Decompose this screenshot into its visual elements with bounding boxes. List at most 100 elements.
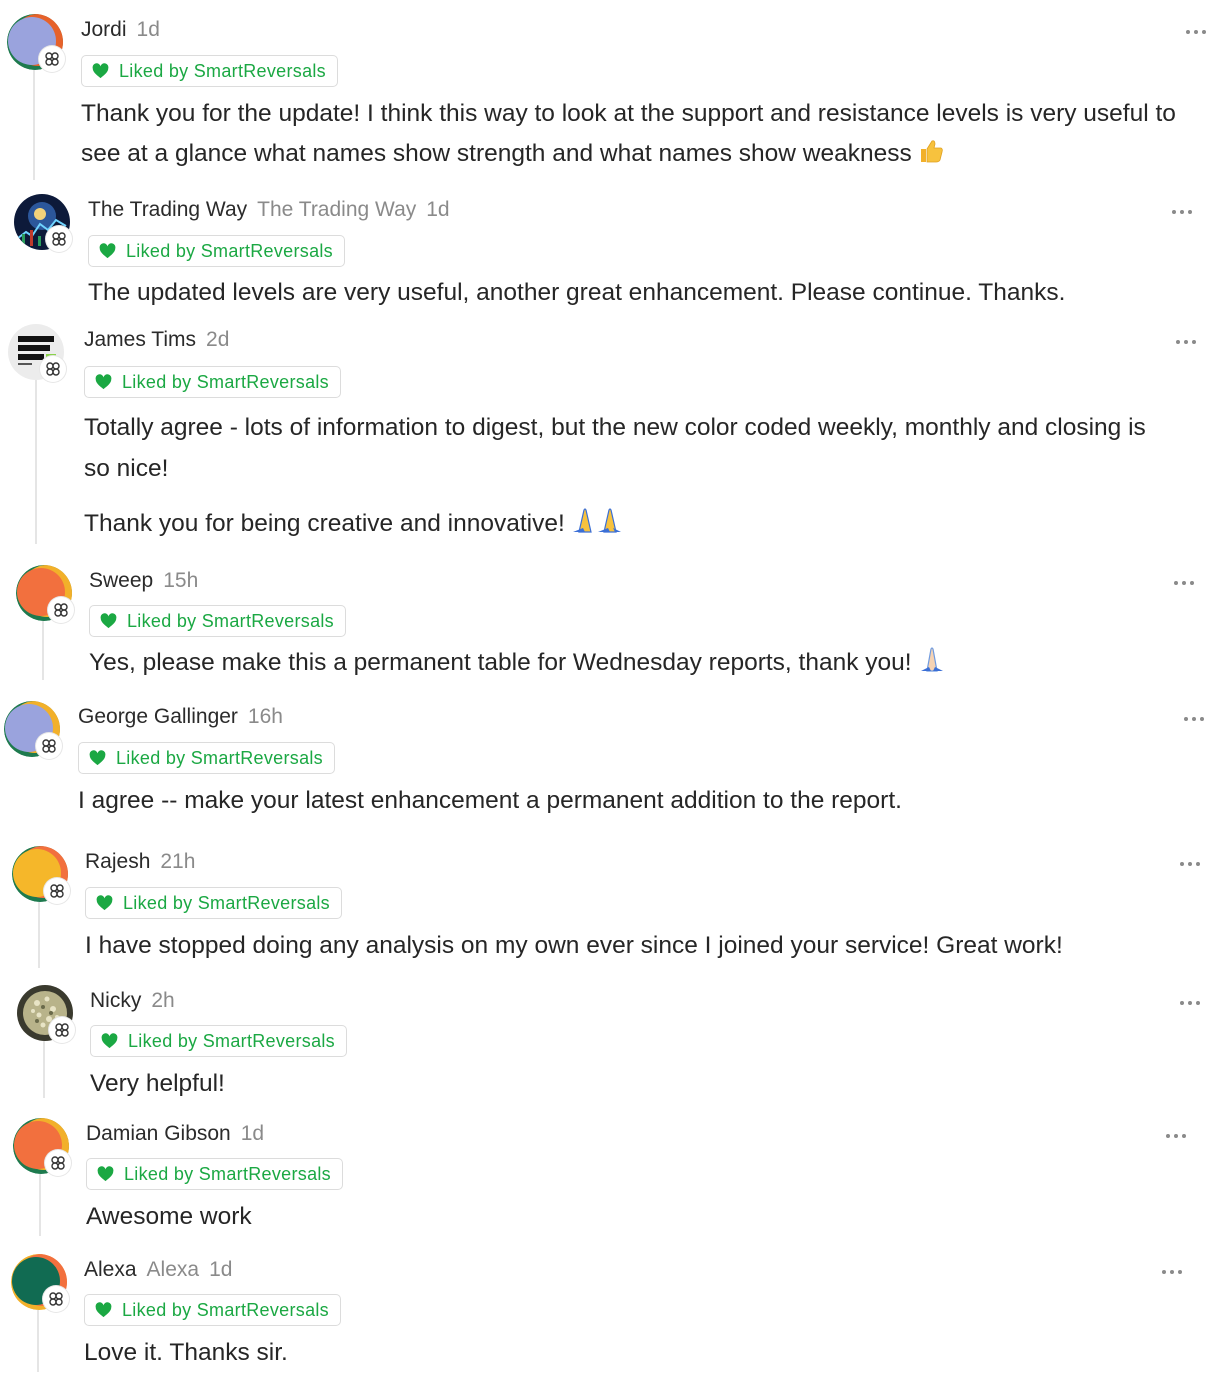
comment-text: I agree -- make your latest enhancement … bbox=[78, 787, 902, 814]
heart-icon bbox=[96, 895, 113, 911]
comment-header: Jordi 1d bbox=[81, 18, 160, 42]
community-badge-icon bbox=[46, 226, 72, 252]
author-name[interactable]: Rajesh bbox=[85, 850, 150, 874]
thread-line bbox=[43, 1040, 45, 1098]
author-name[interactable]: The Trading Way bbox=[88, 198, 247, 222]
avatar[interactable] bbox=[14, 194, 72, 252]
comment-body: Awesome work bbox=[86, 1197, 1086, 1237]
comment-text: Thank you for being creative and innovat… bbox=[84, 510, 565, 537]
thread-line bbox=[33, 68, 35, 180]
comment-text: I have stopped doing any analysis on my … bbox=[85, 932, 1063, 959]
comment-header: James Tims 2d bbox=[84, 328, 229, 352]
community-badge-icon bbox=[43, 1286, 69, 1312]
timestamp[interactable]: 1d bbox=[209, 1258, 232, 1282]
heart-icon bbox=[89, 750, 106, 766]
liked-label: Liked by SmartReversals bbox=[123, 892, 330, 913]
comment-body: Love it. Thanks sir. bbox=[84, 1333, 1084, 1373]
avatar[interactable] bbox=[11, 1254, 69, 1312]
more-options-icon[interactable] bbox=[1176, 338, 1200, 346]
comment-header: Alexa Alexa 1d bbox=[84, 1258, 232, 1282]
heart-icon bbox=[95, 1302, 112, 1318]
avatar[interactable] bbox=[8, 324, 66, 382]
comment-text: The updated levels are very useful, anot… bbox=[88, 279, 1066, 306]
community-badge-icon bbox=[49, 1017, 75, 1043]
community-badge-icon bbox=[48, 597, 74, 623]
more-options-icon[interactable] bbox=[1172, 208, 1196, 216]
avatar[interactable] bbox=[12, 846, 70, 904]
heart-icon bbox=[100, 613, 117, 629]
thread-line bbox=[38, 902, 40, 968]
comment-header: Nicky 2h bbox=[90, 989, 175, 1013]
avatar[interactable] bbox=[17, 985, 75, 1043]
liked-badge: Liked by SmartReversals bbox=[89, 605, 346, 637]
avatar[interactable] bbox=[13, 1118, 71, 1176]
liked-label: Liked by SmartReversals bbox=[122, 1299, 329, 1320]
comment-body: Thank you for the update! I think this w… bbox=[81, 94, 1211, 177]
comment-header: Rajesh 21h bbox=[85, 850, 195, 874]
avatar[interactable] bbox=[4, 701, 62, 759]
liked-label: Liked by SmartReversals bbox=[122, 371, 329, 392]
heart-icon bbox=[99, 243, 116, 259]
timestamp[interactable]: 21h bbox=[160, 850, 195, 874]
liked-label: Liked by SmartReversals bbox=[124, 1163, 331, 1184]
more-options-icon[interactable] bbox=[1166, 1132, 1190, 1140]
more-options-icon[interactable] bbox=[1180, 860, 1204, 868]
comment-text: Thank you for the update! I think this w… bbox=[81, 100, 1176, 167]
author-name[interactable]: George Gallinger bbox=[78, 705, 238, 729]
timestamp[interactable]: 2h bbox=[151, 989, 174, 1013]
liked-badge: Liked by SmartReversals bbox=[78, 742, 335, 774]
author-name[interactable]: Sweep bbox=[89, 569, 153, 593]
comment-body: I have stopped doing any analysis on my … bbox=[85, 926, 1185, 966]
author-name[interactable]: James Tims bbox=[84, 328, 196, 352]
liked-badge: Liked by SmartReversals bbox=[85, 887, 342, 919]
thread-line bbox=[35, 380, 37, 544]
heart-icon bbox=[97, 1166, 114, 1182]
timestamp[interactable]: 1d bbox=[137, 18, 160, 42]
avatar[interactable] bbox=[7, 14, 65, 72]
community-badge-icon bbox=[39, 46, 65, 72]
praying-hands-icon bbox=[571, 506, 623, 547]
heart-icon bbox=[101, 1033, 118, 1049]
community-badge-icon bbox=[36, 733, 62, 759]
community-badge-icon bbox=[45, 1150, 71, 1176]
comment-text: Awesome work bbox=[86, 1203, 252, 1230]
comment-text: Very helpful! bbox=[90, 1070, 225, 1097]
timestamp[interactable]: 2d bbox=[206, 328, 229, 352]
more-options-icon[interactable] bbox=[1186, 28, 1210, 36]
comment-body: Very helpful! bbox=[90, 1064, 1090, 1104]
author-display-name: The Trading Way bbox=[257, 198, 417, 221]
community-badge-icon bbox=[40, 356, 66, 382]
author-name[interactable]: Nicky bbox=[90, 989, 141, 1013]
thread-line bbox=[39, 1174, 41, 1236]
timestamp[interactable]: 15h bbox=[163, 569, 198, 593]
liked-badge: Liked by SmartReversals bbox=[84, 366, 341, 398]
author-name[interactable]: Damian Gibson bbox=[86, 1122, 231, 1146]
comment-text: Love it. Thanks sir. bbox=[84, 1339, 288, 1366]
timestamp[interactable]: 1d bbox=[426, 198, 449, 222]
comment-header: Damian Gibson 1d bbox=[86, 1122, 264, 1146]
thread-line bbox=[37, 1310, 39, 1372]
liked-label: Liked by SmartReversals bbox=[127, 610, 334, 631]
liked-label: Liked by SmartReversals bbox=[126, 240, 333, 261]
heart-icon bbox=[95, 374, 112, 390]
comment-header: Sweep 15h bbox=[89, 569, 198, 593]
timestamp[interactable]: 1d bbox=[241, 1122, 264, 1146]
liked-badge: Liked by SmartReversals bbox=[90, 1025, 347, 1057]
comment-body: Totally agree - lots of information to d… bbox=[84, 407, 1164, 547]
more-options-icon[interactable] bbox=[1184, 715, 1208, 723]
praying-hands-light-icon bbox=[918, 645, 946, 686]
more-options-icon[interactable] bbox=[1162, 1268, 1186, 1276]
comment-body: The updated levels are very useful, anot… bbox=[88, 273, 1188, 313]
timestamp[interactable]: 16h bbox=[248, 705, 283, 729]
comment-body: I agree -- make your latest enhancement … bbox=[78, 781, 1178, 821]
avatar[interactable] bbox=[16, 565, 74, 623]
more-options-icon[interactable] bbox=[1180, 999, 1204, 1007]
author-name[interactable]: Alexa bbox=[84, 1258, 137, 1282]
comment-text: Yes, please make this a permanent table … bbox=[89, 649, 912, 676]
more-options-icon[interactable] bbox=[1174, 579, 1198, 587]
author-display-name: Alexa bbox=[146, 1258, 200, 1281]
liked-label: Liked by SmartReversals bbox=[116, 747, 323, 768]
author-name[interactable]: Jordi bbox=[81, 18, 127, 42]
liked-badge: Liked by SmartReversals bbox=[81, 55, 338, 87]
liked-badge: Liked by SmartReversals bbox=[88, 235, 345, 267]
